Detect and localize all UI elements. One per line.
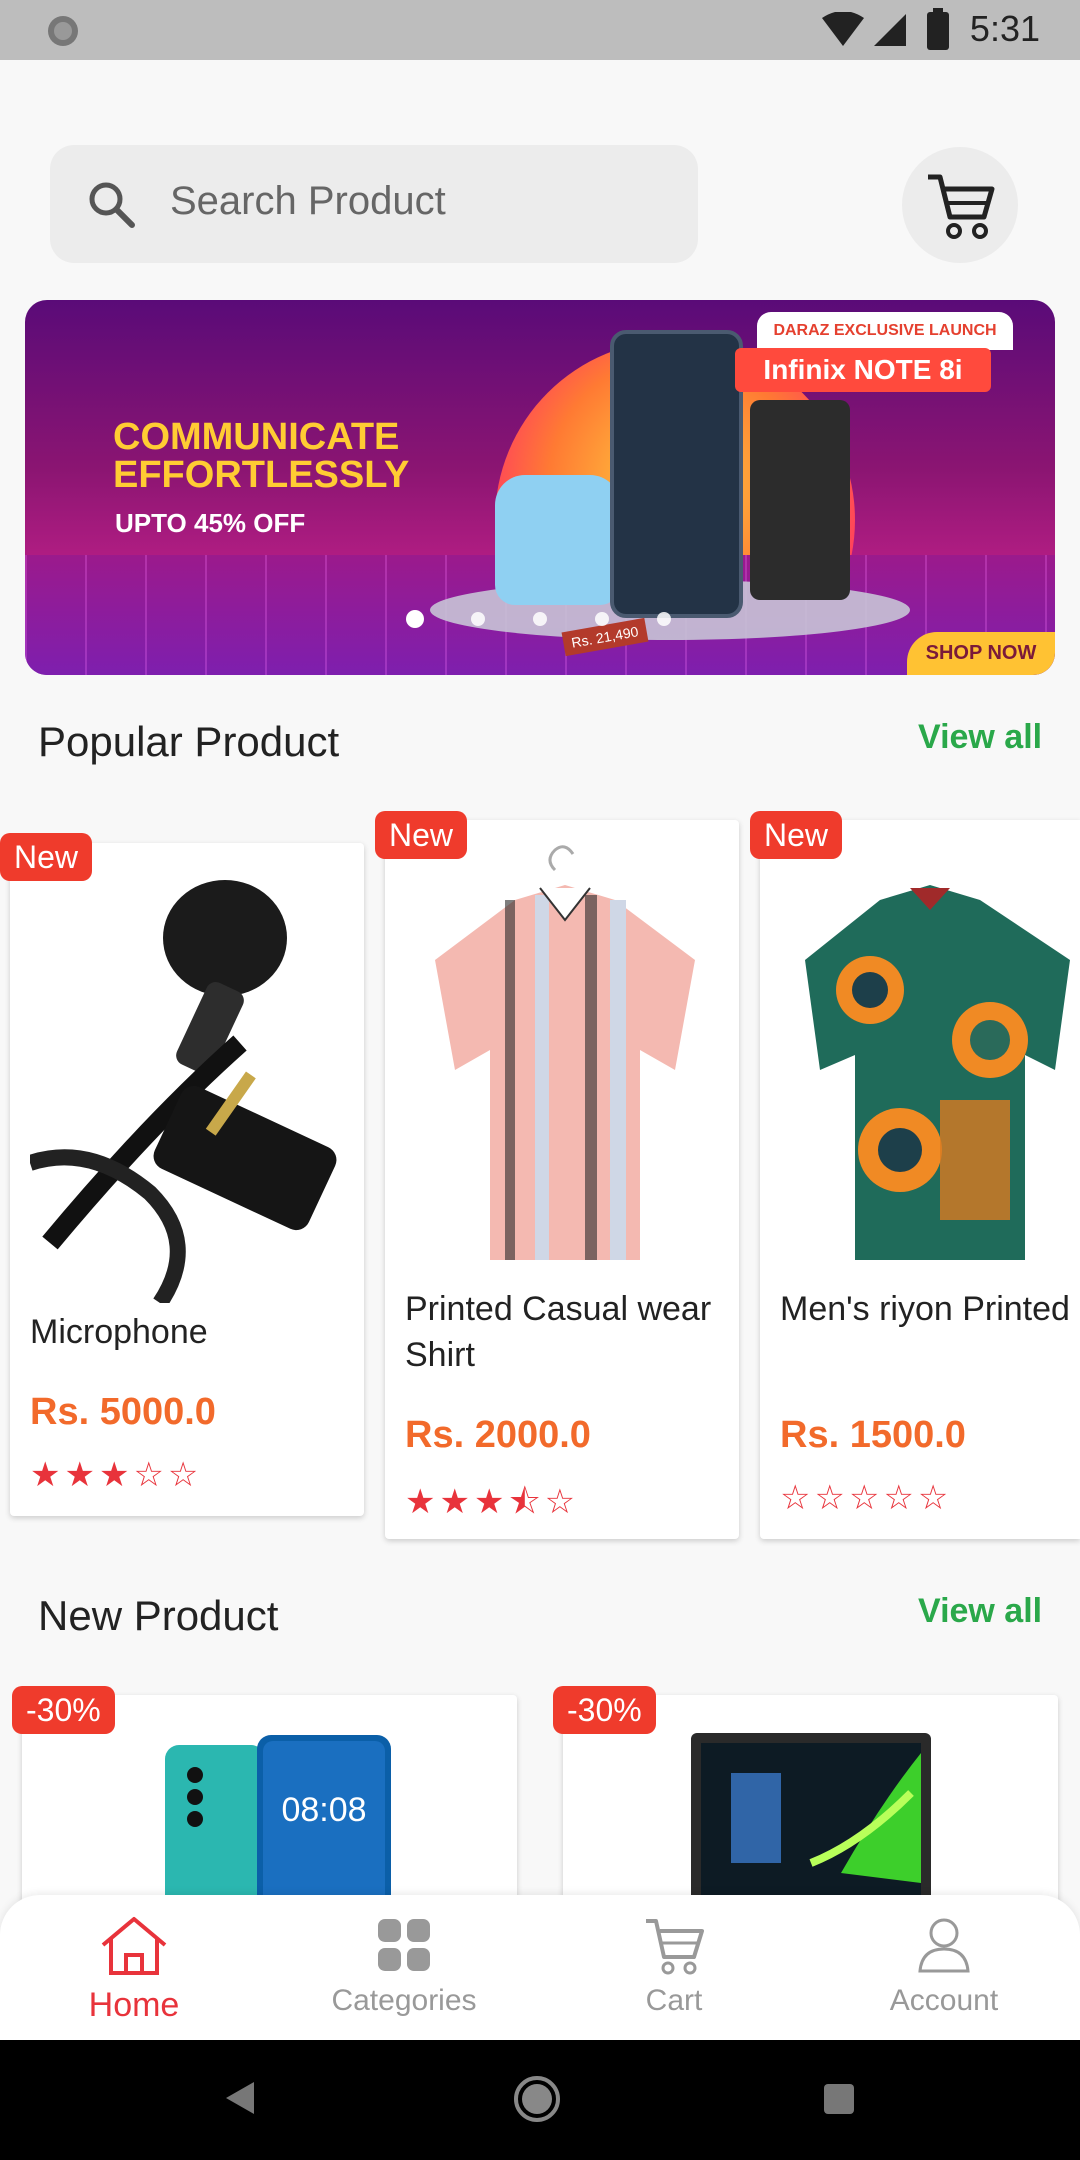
grid-icon: [378, 1919, 430, 1971]
carousel-dot-1[interactable]: [406, 610, 424, 628]
nav-home-label: Home: [88, 1986, 180, 2024]
notification-icon: [48, 16, 78, 46]
rating-stars: ★★★⯪☆: [405, 1483, 580, 1521]
nav-categories[interactable]: Categories: [304, 1915, 504, 2018]
product-name: Printed Casual wear Shirt: [405, 1290, 712, 1374]
nav-cart-label: Cart: [645, 1984, 703, 2017]
power-bank-image: [750, 400, 850, 600]
phone-image: [610, 330, 743, 618]
banner-shop-now[interactable]: SHOP NOW: [907, 632, 1055, 675]
cart-icon: [928, 174, 995, 239]
system-navigation-bar: [0, 2040, 1080, 2160]
earbuds-image: [495, 475, 620, 605]
discount-badge: -30%: [553, 1686, 656, 1734]
new-badge: New: [750, 811, 843, 859]
nav-account-label: Account: [889, 1984, 999, 2017]
cart-icon: [646, 1919, 704, 1975]
home-button-icon[interactable]: [512, 2074, 562, 2124]
banner-tag-brand: Infinix NOTE 8i: [735, 348, 991, 392]
product-price: Rs. 2000.0: [405, 1414, 591, 1456]
recents-icon[interactable]: [822, 2082, 856, 2116]
banner-headline: COMMUNICATE EFFORTLESSLY: [113, 416, 410, 496]
laptop-image: [691, 1733, 931, 1915]
wifi-icon: [822, 12, 864, 46]
product-price: Rs. 1500.0: [780, 1414, 966, 1456]
new-badge: New: [375, 811, 468, 859]
rating-stars: ☆☆☆☆☆: [780, 1479, 953, 1517]
carousel-dot-4[interactable]: [595, 612, 609, 626]
microphone-image: [30, 863, 346, 1303]
popular-view-all-link[interactable]: View all: [918, 718, 1042, 757]
new-section-title: New Product: [38, 1592, 279, 1639]
carousel-dot-2[interactable]: [471, 612, 485, 626]
bottom-navigation: Home Categories Cart Account: [0, 1895, 1080, 2040]
printed-shirt-image: [780, 840, 1080, 1280]
shirt-image: [405, 840, 721, 1280]
carousel-dot-3[interactable]: [533, 612, 547, 626]
product-card-microphone[interactable]: Microphone Rs. 5000.0 ★★★☆☆: [10, 843, 364, 1516]
banner-subline: UPTO 45% OFF: [115, 508, 306, 538]
product-name: Men's riyon Printed Fabric hap -Sleeve..…: [780, 1290, 1078, 1328]
status-time: 5:31: [969, 8, 1040, 49]
home-icon: [101, 1917, 167, 1975]
nav-account[interactable]: Account: [844, 1915, 1044, 2018]
discount-badge: -30%: [12, 1686, 115, 1734]
rating-stars: ★★★☆☆: [30, 1456, 203, 1494]
product-card-casual-shirt[interactable]: Printed Casual wear Shirt Rs. 2000.0 ★★★…: [385, 820, 739, 1539]
status-bar: 5:31: [0, 0, 1080, 60]
product-name: Microphone: [30, 1313, 208, 1351]
popular-section-title: Popular Product: [38, 718, 340, 765]
search-placeholder: Search Product: [170, 179, 446, 223]
nav-home[interactable]: Home: [34, 1915, 234, 2025]
product-card-riyon-shirt[interactable]: Men's riyon Printed Fabric hap -Sleeve..…: [760, 820, 1080, 1539]
header-cart-button[interactable]: [902, 147, 1018, 263]
account-icon: [918, 1918, 970, 1973]
back-icon[interactable]: [222, 2080, 256, 2116]
nav-categories-label: Categories: [331, 1984, 477, 2017]
nav-cart[interactable]: Cart: [574, 1915, 774, 2018]
carousel-dot-5[interactable]: [657, 612, 671, 626]
battery-icon: [927, 8, 949, 50]
promo-banner[interactable]: COMMUNICATE EFFORTLESSLY UPTO 45% OFF DA…: [25, 300, 1055, 675]
new-badge: New: [0, 833, 93, 881]
phone-screen-time: 08:08: [281, 1791, 366, 1829]
signal-icon: [874, 14, 906, 46]
search-icon: [89, 182, 135, 228]
new-view-all-link[interactable]: View all: [918, 1592, 1042, 1631]
search-input[interactable]: Search Product: [50, 145, 698, 263]
banner-tag-exclusive: DARAZ EXCLUSIVE LAUNCH: [757, 312, 1013, 350]
smartphone-image: 08:08: [157, 1735, 397, 1915]
product-price: Rs. 5000.0: [30, 1391, 216, 1433]
